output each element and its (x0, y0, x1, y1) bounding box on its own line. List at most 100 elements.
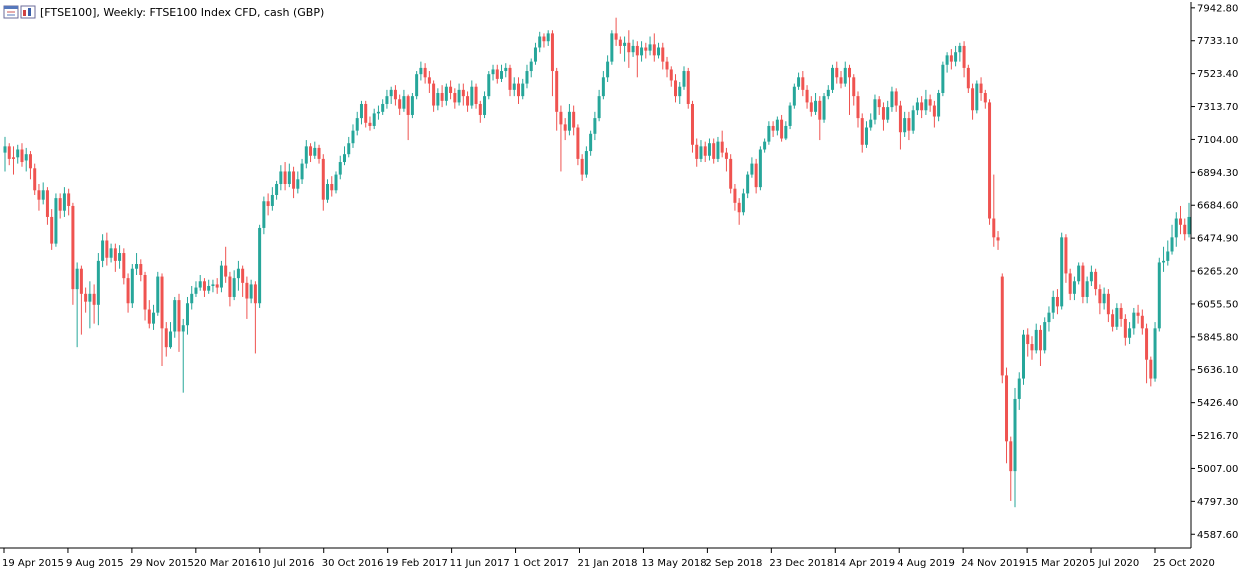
candle (393, 85, 397, 106)
y-tick-label: 5636.10 (1197, 365, 1238, 376)
candle (580, 154, 584, 181)
candle-body (1179, 218, 1183, 225)
candle (555, 67, 559, 131)
candle-body (724, 152, 728, 159)
candle-body (406, 96, 410, 115)
candle-body (368, 122, 372, 126)
candle-body (62, 193, 66, 211)
candle (835, 61, 839, 84)
candle (627, 30, 631, 68)
candle (368, 116, 372, 131)
candle (886, 100, 890, 123)
y-axis: 7942.80 7733.10 7523.40 7313.70 7104.00 6894.… (1190, 2, 1238, 548)
candle-body (767, 125, 771, 142)
chart-window-icon[interactable] (3, 5, 19, 19)
candle-body (139, 264, 143, 275)
candle (665, 56, 669, 78)
y-tick-label: 5845.80 (1197, 332, 1238, 343)
candle (864, 121, 868, 148)
candle (190, 285, 194, 310)
y-tick-label: 6265.20 (1197, 267, 1238, 278)
candle-body (50, 216, 54, 244)
candle-body (1174, 218, 1178, 238)
x-tick-label: 20 Mar 2016 (194, 558, 257, 569)
candle-body (258, 227, 262, 304)
candle (593, 111, 597, 141)
candle (410, 93, 414, 119)
candle-body (695, 144, 699, 159)
candle-body (1051, 296, 1055, 313)
candle-body (236, 268, 240, 279)
candle-body (313, 147, 317, 156)
candle (792, 83, 796, 109)
candle-body (720, 141, 724, 153)
x-tick-label: 14 Apr 2019 (833, 558, 895, 569)
candle-body (631, 45, 635, 53)
x-tick-label: 19 Feb 2017 (386, 558, 448, 569)
candle (1030, 336, 1034, 360)
candle (958, 42, 962, 62)
candle (415, 71, 419, 100)
candle (50, 209, 54, 250)
candle (915, 97, 919, 115)
x-axis: 19 Apr 2015 9 Aug 2015 29 Nov 2015 20 Mar 2… (0, 547, 1215, 569)
candle-body (198, 281, 202, 288)
candle (831, 64, 835, 93)
candle (983, 89, 987, 109)
candle (640, 41, 644, 62)
candle-body (822, 96, 826, 120)
chart-type-icon[interactable] (20, 5, 36, 19)
candle (657, 42, 661, 59)
x-tick-label: 19 Apr 2015 (2, 558, 64, 569)
x-tick-label: 13 May 2018 (641, 558, 706, 569)
candle (516, 77, 520, 104)
candle (856, 91, 860, 128)
candle-body (449, 86, 453, 93)
candle-body (504, 67, 508, 72)
candle-body (1089, 271, 1093, 282)
candle-body (75, 268, 79, 290)
candle-body (152, 312, 156, 324)
candle-body (788, 105, 792, 126)
candle (911, 105, 915, 134)
candle-body (843, 67, 847, 84)
candle-body (1166, 251, 1170, 261)
candle-body (28, 154, 32, 169)
candle-body (419, 67, 423, 75)
candle (24, 147, 28, 172)
candle-body (814, 100, 818, 112)
y-tick-label: 6894.30 (1197, 168, 1238, 179)
candle (521, 78, 525, 100)
candle (219, 260, 223, 293)
candle-body (733, 188, 737, 203)
candle (1119, 303, 1123, 327)
candle (364, 100, 368, 128)
candle (648, 36, 652, 56)
candle-body (245, 282, 249, 299)
candle-body (652, 44, 656, 56)
candle-body (173, 300, 177, 332)
candle-body (491, 69, 495, 75)
y-tick-label: 7104.00 (1197, 135, 1238, 146)
candle (202, 278, 206, 297)
candle-body (848, 67, 852, 78)
candle (712, 138, 716, 164)
candle (1072, 276, 1076, 301)
candle (1081, 262, 1085, 304)
candle-body (775, 119, 779, 131)
candle-body (224, 265, 228, 277)
candle (763, 138, 767, 153)
candle-body (852, 77, 856, 97)
candle-body (665, 61, 669, 70)
candle (1098, 284, 1102, 315)
candle-body (1106, 293, 1110, 315)
candle-body (546, 33, 550, 42)
candle (775, 116, 779, 136)
price-chart[interactable]: [FTSE100], Weekly: FTSE100 Index CFD, ca… (0, 0, 1240, 570)
candle-body (839, 77, 843, 84)
candle-body (228, 276, 232, 297)
candle-body (525, 71, 529, 84)
candle-body (440, 93, 444, 101)
candle-body (737, 202, 741, 213)
y-tick-label: 7942.80 (1197, 3, 1238, 14)
